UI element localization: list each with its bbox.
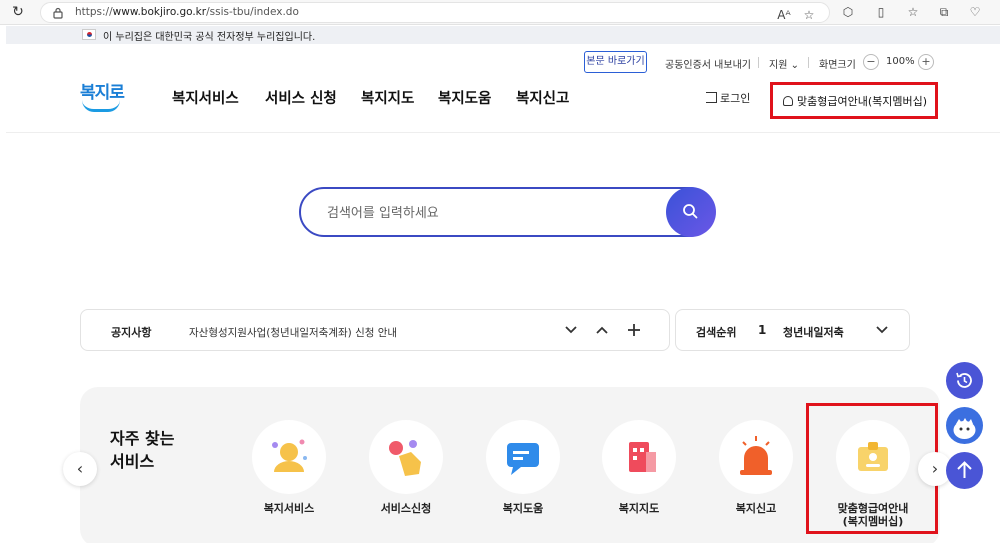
service-icon-circle [602, 420, 676, 494]
lock-icon [53, 7, 63, 19]
skip-to-content-button[interactable]: 본문 바로가기 [584, 51, 647, 73]
service-label: 복지신고 [735, 502, 777, 515]
service-icon-circle [486, 420, 560, 494]
login-label: 로그인 [720, 92, 751, 105]
bokjiro-logo[interactable]: 복지로 [80, 78, 125, 114]
nav-welfare-services[interactable]: 복지서비스 [172, 87, 239, 108]
support-dropdown[interactable]: 지원 ⌄ [769, 56, 799, 71]
divider [758, 57, 759, 68]
service-label: 복지지도 [618, 502, 660, 515]
service-label: 서비스신청 [380, 502, 432, 515]
support-label: 지원 [769, 60, 788, 71]
member-guide-text: 맞춤형급여안내(복지멤버십) [797, 95, 928, 108]
split-screen-icon[interactable]: ▯ [873, 4, 889, 20]
recent-history-button[interactable] [946, 362, 983, 399]
gov-banner-text: 이 누리집은 대한민국 공식 전자정부 누리집입니다. [103, 32, 316, 43]
login-link[interactable]: 로그인 [706, 90, 750, 106]
browser-essentials-icon[interactable]: ♡ [967, 4, 983, 20]
service-item-report[interactable]: 복지신고 [706, 420, 806, 540]
nav-welfare-help[interactable]: 복지도움 [438, 87, 491, 108]
nav-welfare-report[interactable]: 복지신고 [516, 87, 569, 108]
url-text: https://www.bokjiro.go.kr/ssis-tbu/index… [75, 6, 299, 18]
history-icon [956, 372, 972, 388]
search-rank-label: 검색순위 [696, 326, 737, 339]
url-path: /ssis-tbu/index.do [206, 6, 299, 18]
search-button[interactable] [666, 187, 716, 237]
frequent-services-panel: 자주 찾는 서비스 ‹ 복지서비스 서비스신청 복지도움 복지지도 복지신고 맞… [63, 387, 952, 543]
map-icon [629, 442, 656, 472]
favorites-list-icon[interactable]: ☆ [905, 4, 921, 20]
chatbot-button[interactable] [946, 407, 983, 444]
logo-smile-mark [82, 100, 120, 112]
service-icon-circle [252, 420, 326, 494]
cert-export-link[interactable]: 공동인증서 내보내기 [665, 56, 751, 71]
scroll-top-button[interactable] [946, 452, 983, 489]
collections-icon[interactable]: ⧉ [936, 4, 952, 20]
header-divider [6, 132, 1000, 133]
person-icon [783, 96, 793, 106]
service-item-welfare[interactable]: 복지서비스 [239, 420, 339, 540]
search-rank-number: 1 [758, 323, 767, 337]
member-guide-link[interactable]: 맞춤형급여안내(복지멤버십) [770, 82, 938, 119]
rank-expand-chevron-icon[interactable] [874, 322, 890, 338]
chatbot-character-icon [953, 418, 976, 439]
service-icon-circle [719, 420, 793, 494]
hand-touch-icon [389, 440, 421, 476]
service-item-help[interactable]: 복지도움 [473, 420, 573, 540]
screen-size-label: 화면크기 [819, 60, 856, 71]
search-input[interactable] [327, 203, 657, 223]
notice-bar: 공지사항 자산형성지원사업(청년내일저축계좌) 신청 안내 [80, 309, 670, 351]
service-icon-circle [369, 420, 443, 494]
zoom-out-button[interactable]: − [863, 54, 879, 70]
siren-icon [740, 436, 772, 475]
member-guide-label: 맞춤형급여안내(복지멤버십) [783, 93, 927, 109]
url-domain: www.bokjiro.go.kr [112, 6, 207, 18]
people-icon [272, 439, 307, 472]
service-label: 복지도움 [502, 502, 544, 515]
notice-more-button[interactable] [626, 322, 642, 338]
search-rank-bar[interactable]: 검색순위 1 청년내일저축 [675, 309, 910, 351]
notice-item-link[interactable]: 자산형성지원사업(청년내일저축계좌) 신청 안내 [189, 325, 397, 340]
search-rank-term[interactable]: 청년내일저축 [783, 324, 844, 340]
chevron-down-icon: ⌄ [790, 60, 799, 71]
address-bar[interactable]: https://www.bokjiro.go.kr/ssis-tbu/index… [40, 2, 830, 23]
service-item-apply[interactable]: 서비스신청 [356, 420, 456, 540]
nav-welfare-map[interactable]: 복지지도 [361, 87, 414, 108]
chat-icon [507, 443, 539, 475]
read-aloud-icon[interactable]: Aᴬ [776, 7, 792, 23]
korean-flag-icon [82, 29, 96, 40]
notice-prev-button[interactable] [594, 322, 610, 338]
gov-banner: 이 누리집은 대한민국 공식 전자정부 누리집입니다. [6, 26, 1000, 44]
login-icon [706, 92, 717, 103]
carousel-prev-button[interactable]: ‹ [63, 452, 97, 486]
url-prefix: https:// [75, 6, 113, 18]
arrow-up-icon [957, 461, 972, 478]
notice-next-button[interactable] [563, 322, 579, 338]
browser-toolbar: ↻ https://www.bokjiro.go.kr/ssis-tbu/ind… [0, 0, 1000, 25]
divider [808, 57, 809, 68]
service-item-map[interactable]: 복지지도 [589, 420, 689, 540]
search-box [299, 187, 716, 237]
extensions-icon[interactable]: ⬡ [840, 4, 856, 20]
zoom-in-button[interactable]: + [918, 54, 934, 70]
service-label: 복지서비스 [263, 502, 315, 515]
refresh-icon[interactable]: ↻ [10, 4, 26, 20]
notice-label: 공지사항 [111, 326, 152, 339]
zoom-value: 100% [886, 56, 915, 67]
nav-service-apply[interactable]: 서비스 신청 [265, 87, 337, 108]
search-icon [683, 204, 698, 219]
favorite-star-icon[interactable]: ☆ [801, 7, 817, 23]
frequent-services-title: 자주 찾는 서비스 [110, 429, 175, 471]
